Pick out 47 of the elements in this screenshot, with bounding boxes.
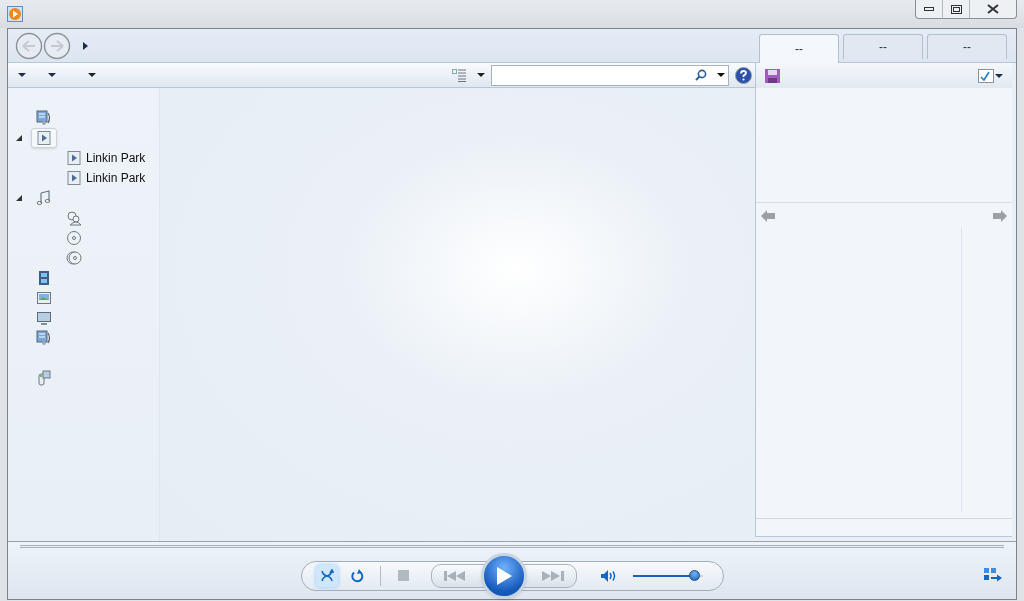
shuffle-icon	[319, 568, 334, 583]
switch-to-now-playing-icon[interactable]	[984, 568, 1002, 582]
nav-item[interactable]: Linkin Park	[61, 148, 151, 168]
nav-item[interactable]: Linkin Park	[61, 168, 151, 188]
playlist-icon	[66, 150, 82, 166]
pane-tab[interactable]: --	[843, 34, 923, 59]
collapse-arrow-icon[interactable]	[16, 195, 22, 201]
play-icon	[495, 566, 512, 585]
create-playlist-dropdown-arrow-icon[interactable]	[88, 73, 96, 77]
organize-dropdown-arrow-icon[interactable]	[18, 73, 26, 77]
previous-icon	[443, 570, 468, 581]
discs-icon	[66, 250, 82, 266]
save-icon[interactable]	[765, 68, 780, 83]
view-options-dropdown-arrow-icon[interactable]	[477, 73, 485, 77]
tv-icon	[36, 310, 52, 326]
music-note-icon	[36, 190, 52, 206]
pane-tab[interactable]: --	[927, 34, 1007, 59]
app-logo-icon	[7, 6, 23, 22]
film-icon	[36, 270, 52, 286]
play-button[interactable]	[480, 552, 527, 599]
device-icon	[36, 370, 52, 386]
shuffle-button[interactable]	[315, 564, 338, 587]
list-options-icon[interactable]	[978, 68, 994, 83]
help-icon[interactable]	[735, 66, 752, 84]
disc-icon	[66, 230, 82, 246]
speaker-icon	[601, 569, 618, 582]
artist-icon	[66, 210, 82, 226]
other-media-icon	[36, 330, 52, 346]
picture-icon	[36, 290, 52, 306]
back-forward-buttons-icon[interactable]	[15, 31, 71, 60]
collapse-arrow-icon[interactable]	[16, 135, 22, 141]
search-dropdown-arrow-icon[interactable]	[717, 73, 725, 77]
view-options-icon[interactable]	[452, 68, 466, 82]
playlist-icon	[66, 170, 82, 186]
nav-item[interactable]	[31, 128, 57, 148]
playlist-icon	[36, 130, 52, 146]
close-icon	[987, 4, 999, 14]
list-options-dropdown-arrow-icon[interactable]	[995, 73, 1003, 78]
repeat-icon	[349, 568, 364, 583]
search-icon[interactable]	[695, 69, 707, 81]
pane-tab[interactable]: --	[759, 34, 839, 63]
volume-slider[interactable]	[632, 568, 703, 583]
next-icon	[541, 570, 566, 581]
stream-dropdown-arrow-icon[interactable]	[48, 73, 56, 77]
search-field[interactable]	[491, 64, 729, 86]
other-media-icon	[36, 110, 52, 126]
breadcrumb-arrow-icon[interactable]	[83, 41, 88, 50]
